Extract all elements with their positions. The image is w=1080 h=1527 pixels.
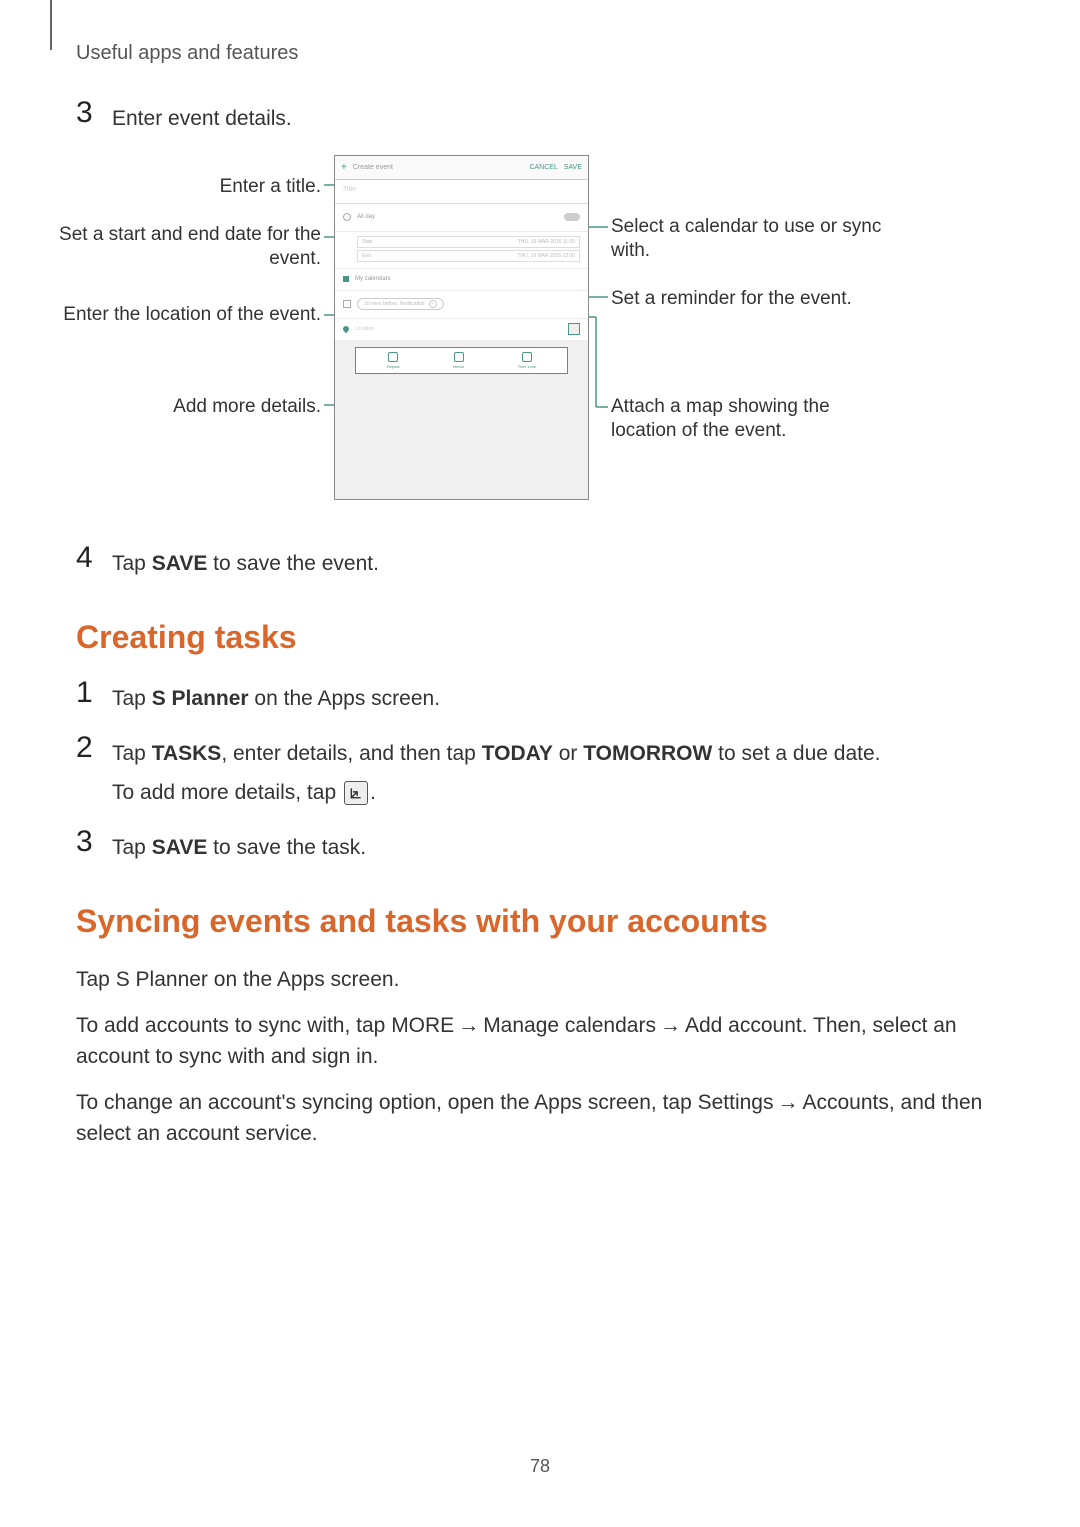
text-part: to set a due date. [712,742,880,765]
sync-para-2: To add accounts to sync with, tap MORE →… [76,1010,1004,1073]
expand-icon [344,781,368,805]
mock-repeat-button: Repeat [387,352,400,369]
text-part: . [370,781,376,804]
mock-reminder-pill: 10 mins before, Notification − [357,298,444,310]
calendar-dot-icon [343,276,349,282]
pin-icon [342,325,350,333]
step-number: 3 [76,827,112,857]
phone-mockup: + Create event CANCEL SAVE Title All day… [334,155,589,500]
text-part: Tap [112,552,152,575]
mock-calendar-label: My calendars [355,276,391,282]
mock-timezone-label: Time zone [518,364,537,369]
mock-start-date: Start THU, 19 MAR 2015 11:00 [357,236,580,248]
step-number: 4 [76,543,112,573]
step-text: Tap SAVE to save the task. [112,829,366,864]
mock-location-row: Location [335,319,588,341]
event-editor-figure: Enter a title. Set a start and end date … [76,155,1004,525]
text-bold: MORE [391,1014,454,1037]
page-number: 78 [0,1456,1080,1477]
mock-reminder-row: 10 mins before, Notification − [335,291,588,319]
sync-para-3: To change an account's syncing option, o… [76,1087,1004,1150]
repeat-icon [388,352,398,362]
arrow-separator: → [778,1087,799,1119]
mock-location-text: Location [355,326,374,332]
text-part: or [553,742,583,765]
text-bold: SAVE [152,552,208,575]
tasks-step-2: 2 Tap TASKS, enter details, and then tap… [76,735,1004,809]
mock-end-date: End THU, 19 MAR 2015 12:00 [357,250,580,262]
mock-start-value: THU, 19 MAR 2015 11:00 [518,239,575,245]
mock-start-label: Start [362,239,373,245]
step-subtext: To add more details, tap . [112,777,880,809]
step-number: 3 [76,98,112,128]
text-part: , enter details, and then tap [221,742,481,765]
mock-allday-row: All day [335,204,588,232]
mock-memo-button: Memo [453,352,464,369]
page-header: Useful apps and features [76,42,298,65]
text-part: on the Apps screen. [249,687,440,710]
text-part: Tap [112,836,152,859]
step-3: 3 Enter event details. [76,100,1004,135]
mock-detail-buttons: Repeat Memo Time zone [355,347,568,374]
text-part: to save the task. [207,836,366,859]
text-bold: TODAY [482,742,553,765]
text-bold: TASKS [152,742,222,765]
text-bold: SAVE [152,836,208,859]
step-text: Tap TASKS, enter details, and then tap T… [112,735,880,809]
sync-para-1: Tap S Planner on the Apps screen. [76,964,1004,996]
page-margin-marker [50,0,52,50]
text-part: Tap [76,968,116,991]
plus-icon: + [341,162,347,173]
text-part: Tap [112,687,152,710]
text-bold: Accounts [803,1091,889,1114]
step-number: 1 [76,678,112,708]
step-number: 2 [76,733,112,763]
mock-toggle [564,213,580,221]
mock-dates: Start THU, 19 MAR 2015 11:00 End THU, 19… [335,232,588,269]
step-text: Tap S Planner on the Apps screen. [112,680,440,715]
arrow-separator: → [660,1010,681,1042]
mock-end-label: End [362,253,371,259]
mock-cancel: CANCEL [529,164,557,171]
text-bold: TOMORROW [583,742,712,765]
mock-timezone-button: Time zone [518,352,537,369]
text-part: To change an account's syncing option, o… [76,1091,698,1114]
step-text: Enter event details. [112,100,292,135]
mock-reminder-text: 10 mins before, Notification [364,301,425,307]
memo-icon [454,352,464,362]
text-part: on the Apps screen. [208,968,399,991]
mock-memo-label: Memo [453,364,464,369]
arrow-separator: → [458,1010,479,1042]
text-part: to save the event. [207,552,379,575]
mock-repeat-label: Repeat [387,364,400,369]
text-bold: Add account [685,1014,802,1037]
clock-icon [343,213,351,221]
mock-header-title: Create event [353,164,530,171]
tasks-step-3: 3 Tap SAVE to save the task. [76,829,1004,864]
mock-calendar-row: My calendars [335,269,588,291]
minus-icon: − [429,300,437,308]
mock-map-button [568,323,580,335]
text-bold: S Planner [152,687,249,710]
bell-icon [343,300,351,308]
heading-creating-tasks: Creating tasks [76,619,1004,656]
text-bold: Manage calendars [483,1014,656,1037]
mock-title-input: Title [335,180,588,204]
mock-header: + Create event CANCEL SAVE [335,156,588,180]
mock-end-value: THU, 19 MAR 2015 12:00 [517,253,575,259]
mock-save: SAVE [564,164,582,171]
timezone-icon [522,352,532,362]
step-4: 4 Tap SAVE to save the event. [76,545,1004,580]
step-text: Tap SAVE to save the event. [112,545,379,580]
text-part: To add accounts to sync with, tap [76,1014,391,1037]
text-part: Tap [112,742,152,765]
mock-allday-label: All day [357,214,375,220]
tasks-step-1: 1 Tap S Planner on the Apps screen. [76,680,1004,715]
text-bold: Settings [698,1091,774,1114]
heading-syncing: Syncing events and tasks with your accou… [76,903,1004,940]
text-part: To add more details, tap [112,781,342,804]
text-bold: S Planner [116,968,208,991]
